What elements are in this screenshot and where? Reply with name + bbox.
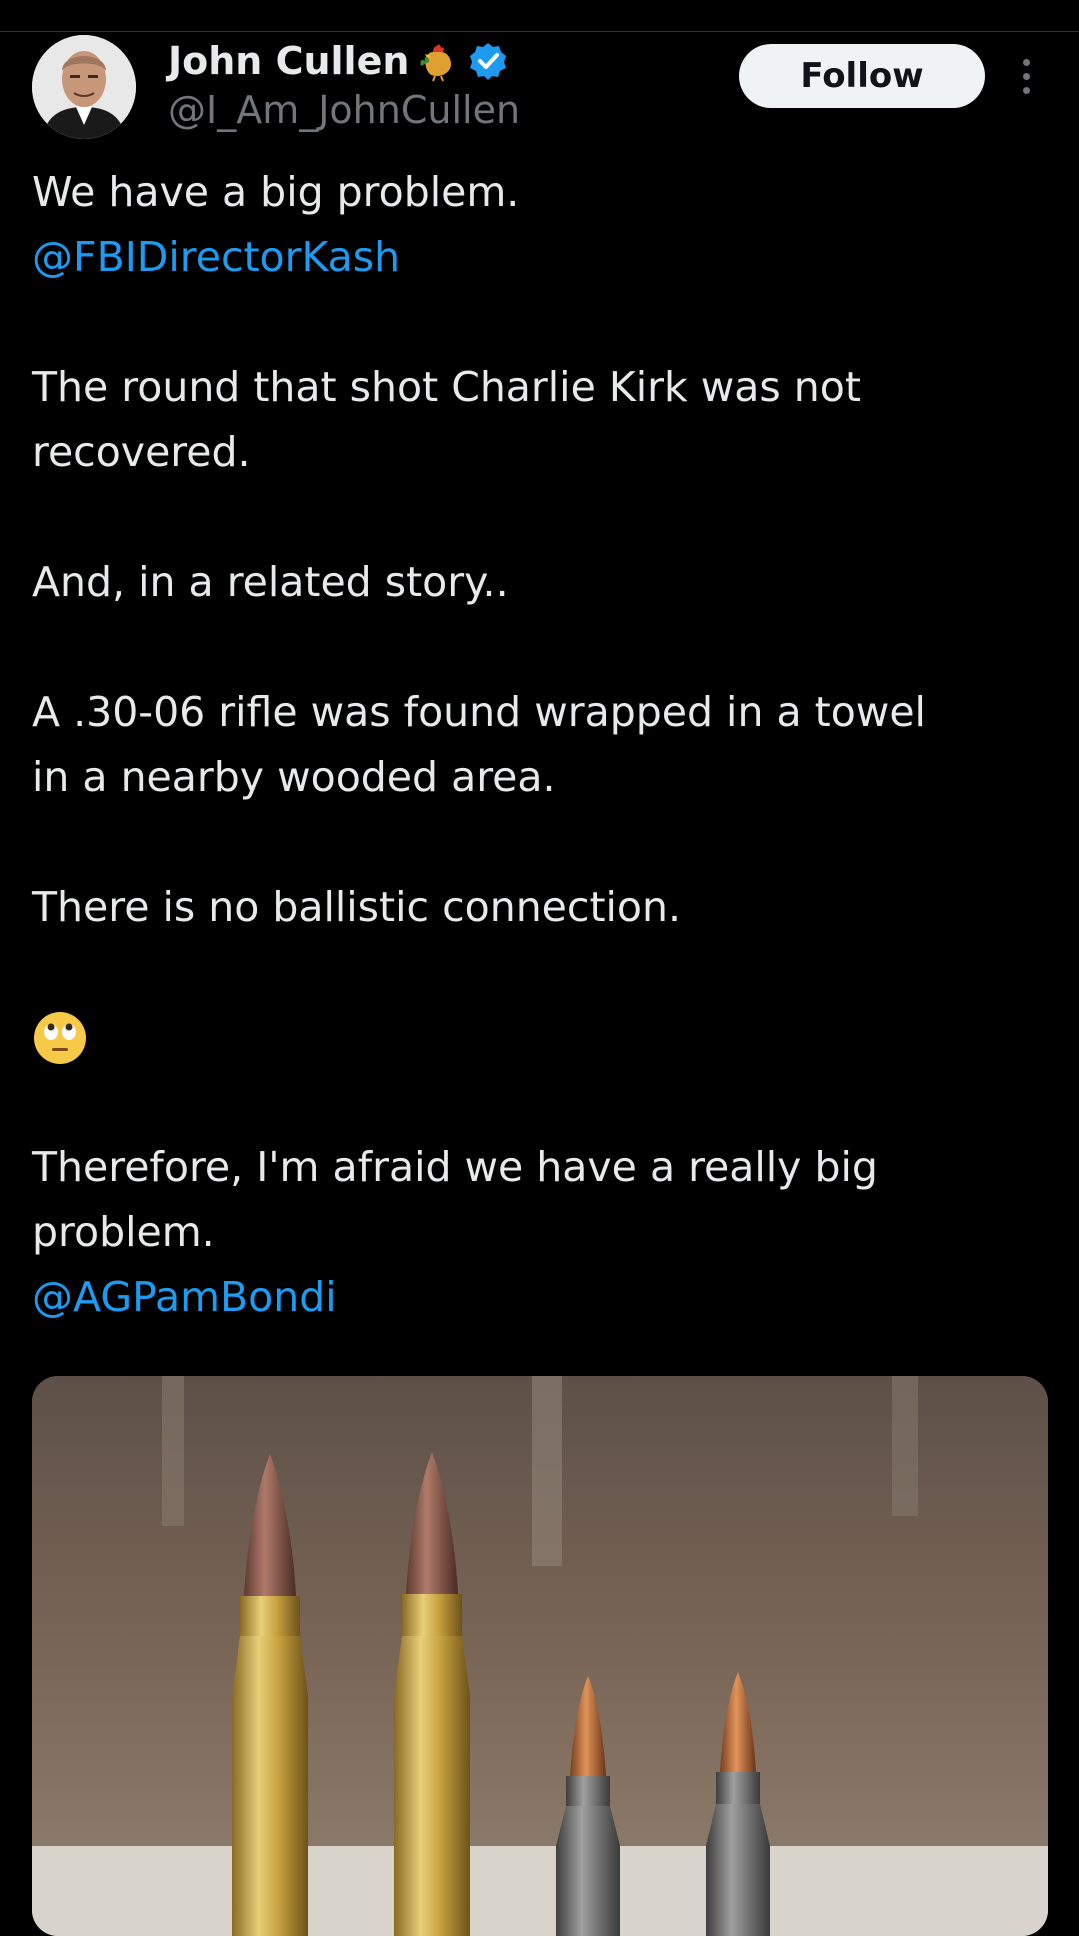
mention-link[interactable]: @AGPamBondi bbox=[32, 1265, 1052, 1330]
tweet-line: We have a big problem. bbox=[32, 168, 520, 216]
follow-button[interactable]: Follow bbox=[739, 44, 985, 108]
tweet-line: The round that shot Charlie Kirk was not bbox=[32, 363, 861, 411]
tweet-line: There is no ballistic connection. bbox=[32, 883, 682, 931]
more-dot bbox=[1022, 72, 1030, 80]
rooster-icon bbox=[417, 40, 459, 82]
more-dot bbox=[1022, 58, 1030, 66]
verified-badge-icon bbox=[467, 40, 509, 82]
face-with-rolling-eyes-icon bbox=[32, 1005, 1052, 1070]
author-display-name[interactable]: John Cullen bbox=[168, 39, 409, 83]
tweet-line: A .30-06 rifle was found wrapped in a to… bbox=[32, 688, 926, 736]
rifle-cartridges-photo[interactable] bbox=[32, 1376, 1048, 1936]
author-handle[interactable]: @I_Am_JohnCullen bbox=[168, 88, 520, 132]
tweet-text: We have a big problem. @FBIDirectorKash … bbox=[32, 160, 1052, 1330]
avatar[interactable] bbox=[32, 35, 136, 139]
author-name-row[interactable]: John Cullen bbox=[168, 36, 509, 86]
tweet-line: in a nearby wooded area. bbox=[32, 753, 556, 801]
more-options-icon[interactable] bbox=[1010, 52, 1042, 100]
mention-link[interactable]: @FBIDirectorKash bbox=[32, 225, 1052, 290]
tweet-line: And, in a related story.. bbox=[32, 558, 509, 606]
tweet-line: problem. bbox=[32, 1208, 215, 1256]
more-dot bbox=[1022, 86, 1030, 94]
tweet-line: recovered. bbox=[32, 428, 251, 476]
top-divider bbox=[0, 31, 1079, 32]
tweet-line: Therefore, I'm afraid we have a really b… bbox=[32, 1143, 878, 1191]
